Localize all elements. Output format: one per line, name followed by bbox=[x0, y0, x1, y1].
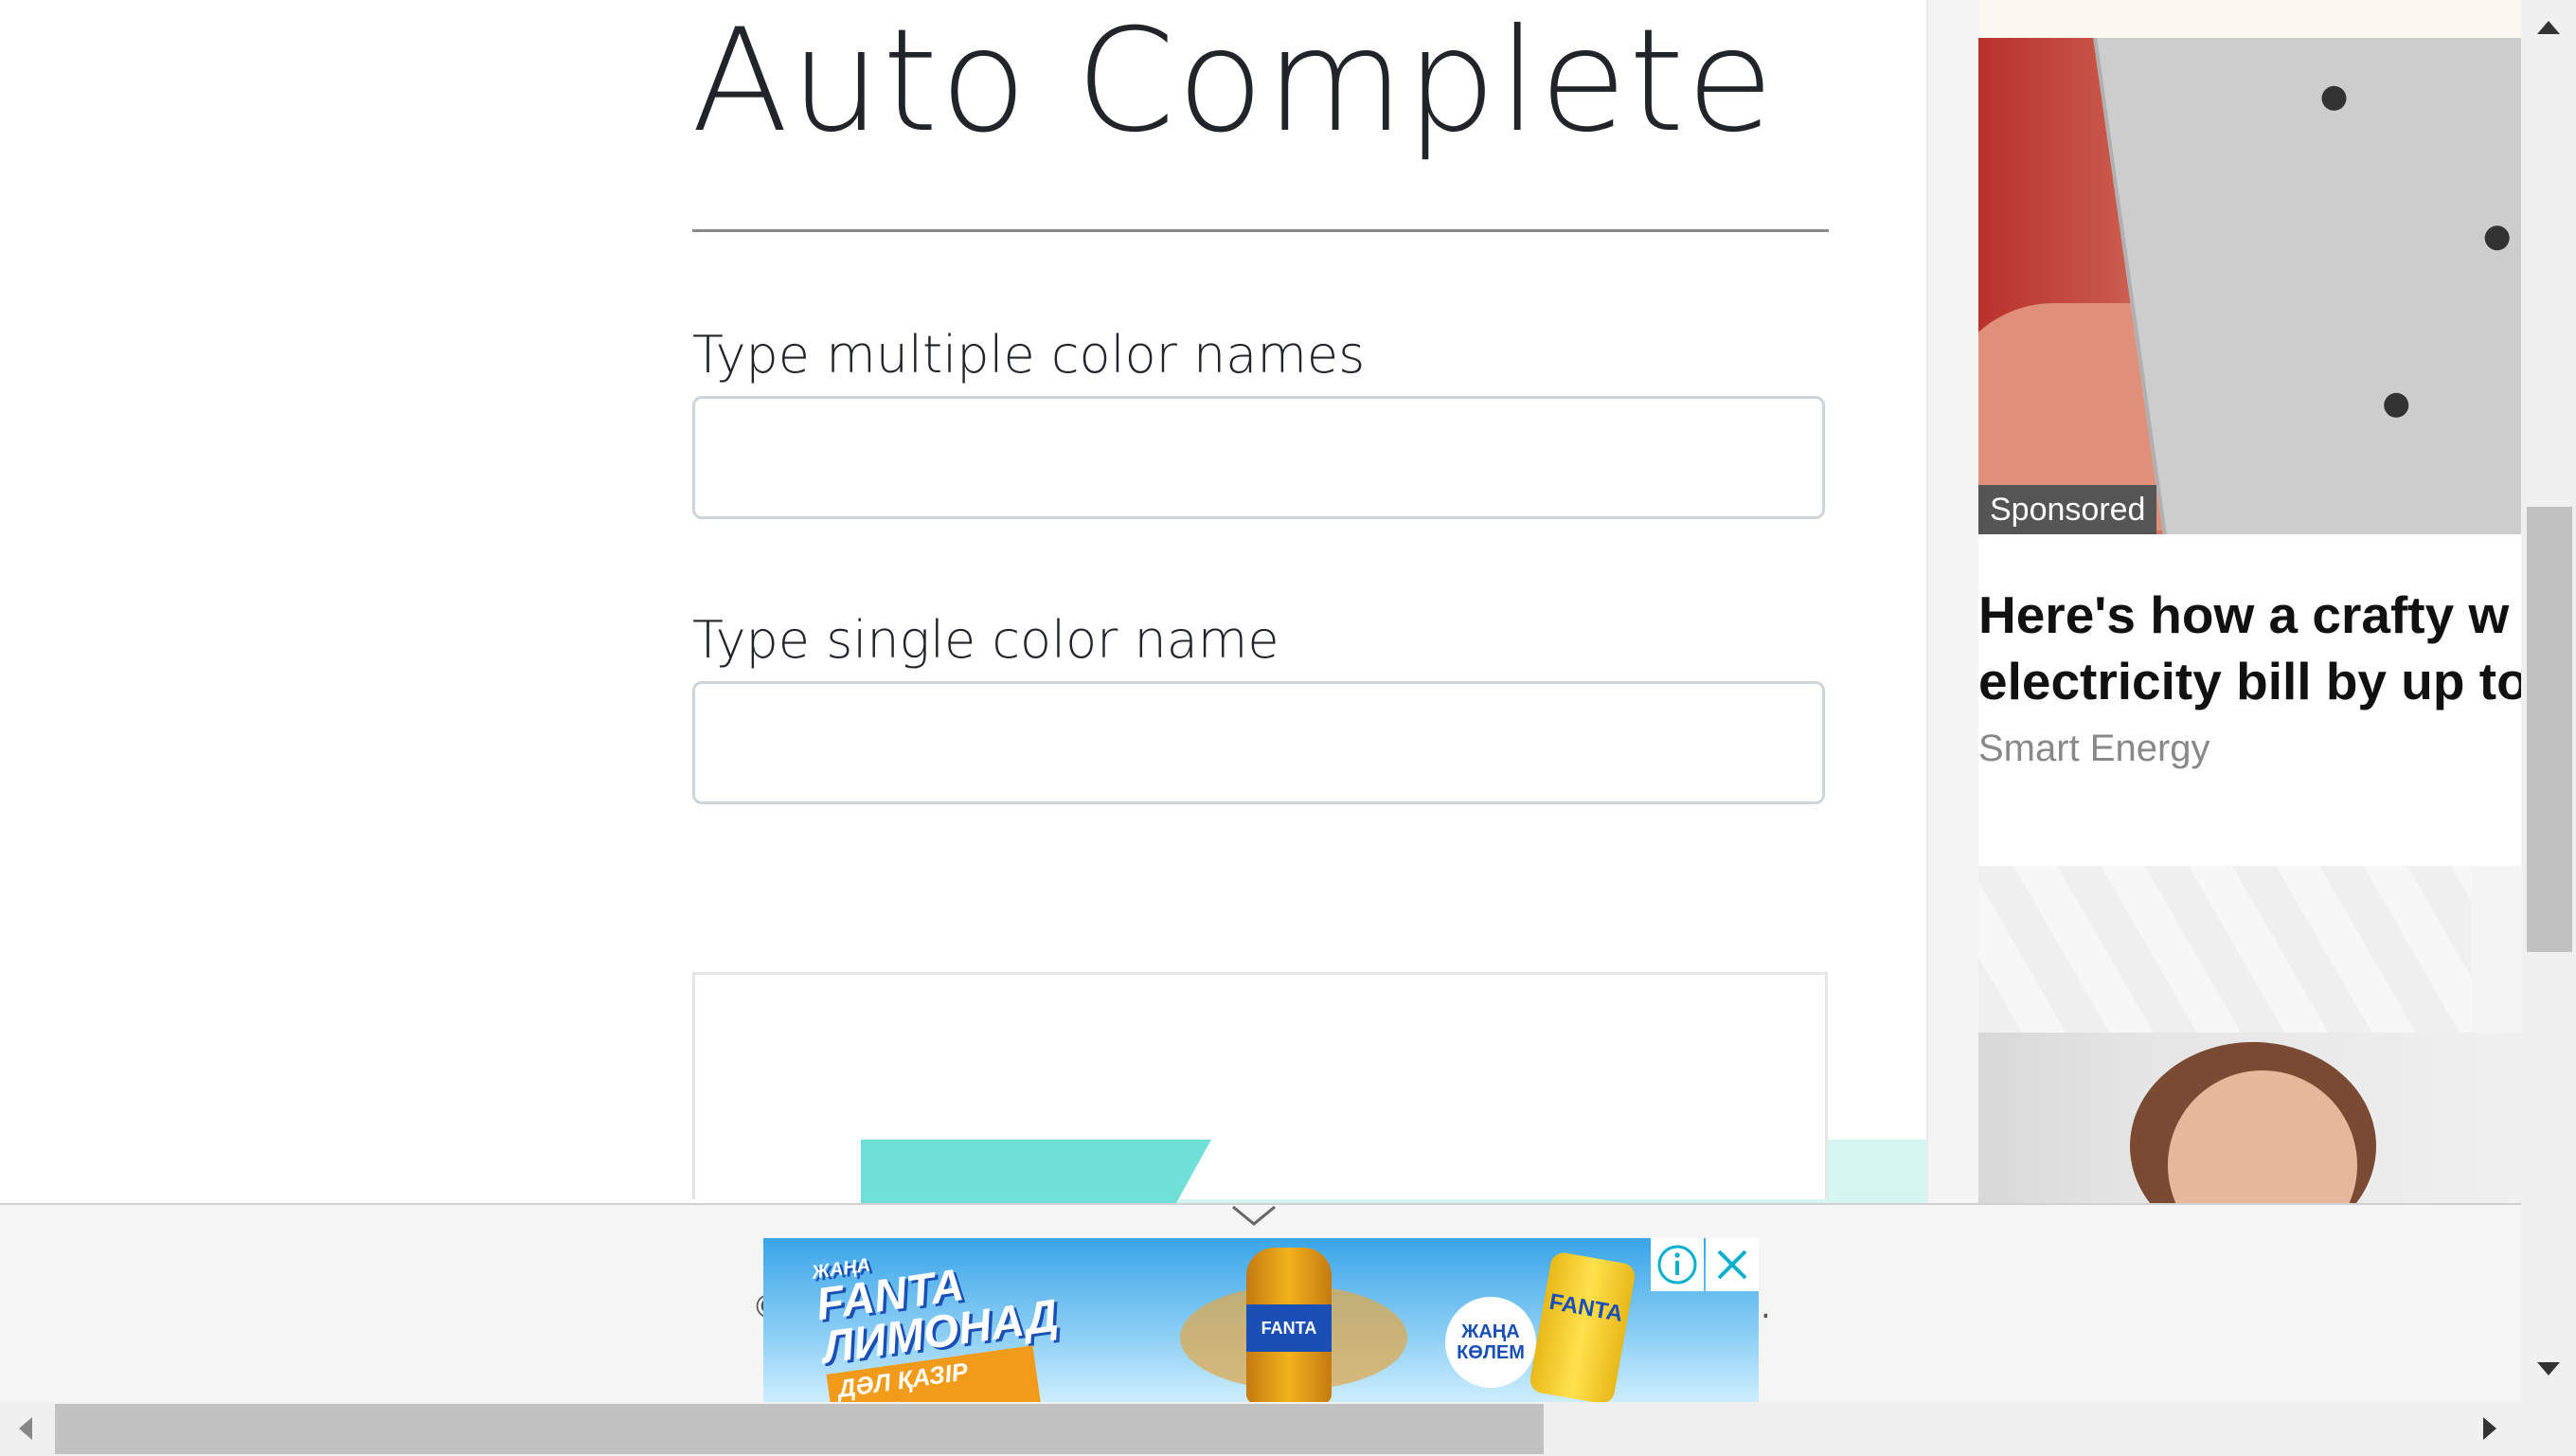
page-title: Auto Complete bbox=[691, 0, 1776, 164]
teal-banner-strip bbox=[861, 1140, 1926, 1203]
chevron-down-icon[interactable] bbox=[1231, 1205, 1277, 1228]
sponsored-badge: Sponsored bbox=[1978, 485, 2157, 534]
multi-color-input[interactable] bbox=[692, 396, 1825, 519]
ad-source[interactable]: Smart Energy bbox=[1978, 728, 2210, 770]
sponsored-ad-card[interactable]: Sponsored Here's how a crafty w electric… bbox=[1978, 38, 2523, 866]
bottom-ad-bar: © . ЖАҢА FANTA ЛИМОНАД ДӘЛ ҚАЗІР КӨР! FA… bbox=[0, 1203, 2521, 1404]
fanta-logo: ЖАҢА FANTA ЛИМОНАД ДӘЛ ҚАЗІР КӨР! bbox=[811, 1238, 1062, 1404]
fanta-can: FANTA bbox=[1528, 1250, 1637, 1404]
sidebar-ad: Sponsored Here's how a crafty w electric… bbox=[1926, 0, 2523, 1203]
single-color-input[interactable] bbox=[692, 681, 1825, 804]
horizontal-scroll-thumb[interactable] bbox=[55, 1404, 1544, 1454]
fanta-banner-ad[interactable]: ЖАҢА FANTA ЛИМОНАД ДӘЛ ҚАЗІР КӨР! FANTA … bbox=[763, 1238, 1759, 1404]
scroll-right-icon[interactable] bbox=[2481, 1415, 2498, 1442]
multi-color-label: Type multiple color names bbox=[692, 325, 1366, 385]
ad-image-secondary[interactable] bbox=[1978, 1033, 2523, 1203]
scroll-up-icon[interactable] bbox=[2535, 19, 2562, 36]
ad-close-button[interactable] bbox=[1706, 1238, 1759, 1291]
new-volume-badge: ЖАҢА КӨЛЕМ bbox=[1445, 1297, 1536, 1388]
info-icon bbox=[1657, 1245, 1697, 1285]
vertical-scrollbar[interactable] bbox=[2521, 0, 2576, 1402]
scroll-left-icon[interactable] bbox=[17, 1415, 34, 1442]
close-icon bbox=[1717, 1249, 1747, 1280]
ad-image[interactable]: Sponsored bbox=[1978, 38, 2523, 534]
single-color-label: Type single color name bbox=[692, 610, 1279, 670]
title-divider bbox=[692, 229, 1829, 232]
sidebar-pattern bbox=[1978, 866, 2471, 1033]
scroll-down-icon[interactable] bbox=[2535, 1360, 2562, 1377]
fanta-bottle: FANTA bbox=[1246, 1248, 1332, 1404]
vertical-scroll-thumb[interactable] bbox=[2527, 507, 2572, 952]
horizontal-scrollbar[interactable] bbox=[0, 1402, 2576, 1456]
ad-headline[interactable]: Here's how a crafty w electricity bill b… bbox=[1978, 582, 2523, 714]
ad-info-button[interactable] bbox=[1651, 1238, 1704, 1291]
footer-text-fragment: . bbox=[1761, 1288, 1771, 1326]
